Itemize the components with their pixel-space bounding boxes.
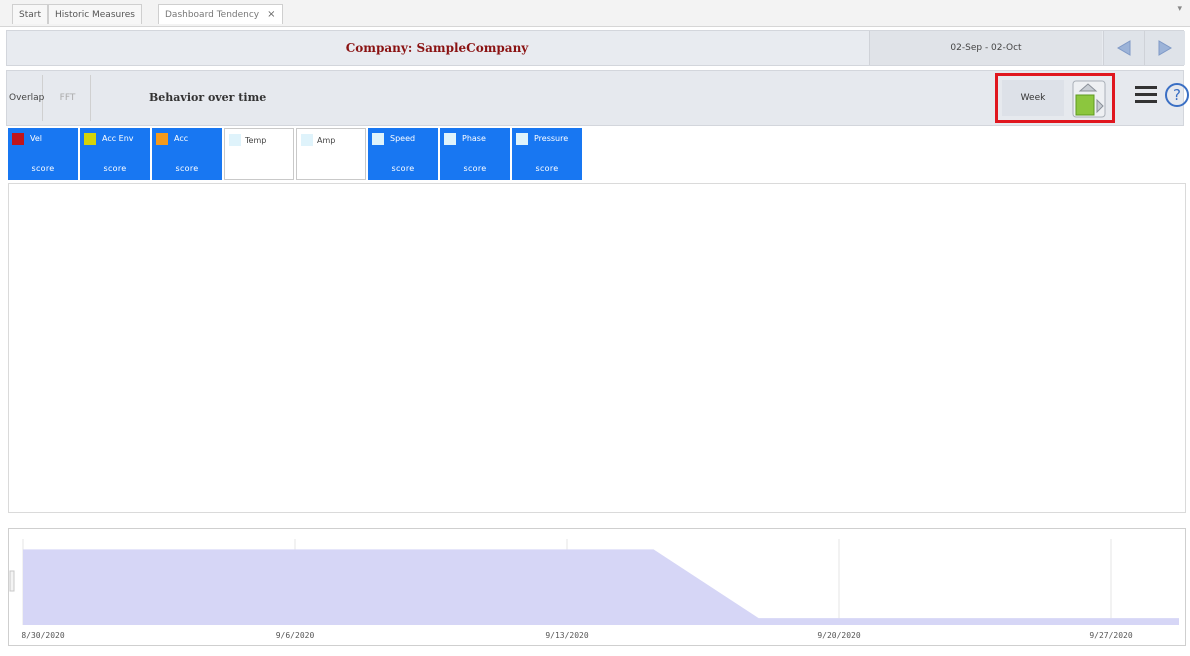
range-handle	[9, 570, 15, 592]
help-icon[interactable]: ?	[1165, 83, 1189, 107]
hamburger-menu-icon[interactable]	[1135, 83, 1157, 105]
chip-score: score	[463, 164, 487, 173]
chip-swatch	[516, 133, 528, 145]
chip-label: Amp	[317, 136, 336, 145]
toolbar: Overlap FFT Behavior over time Week ?	[6, 70, 1189, 126]
chip-label: Speed	[390, 134, 416, 143]
chip-acc[interactable]: Acc score	[152, 128, 222, 180]
next-button[interactable]	[1144, 31, 1185, 65]
chip-temp[interactable]: Temp	[224, 128, 294, 180]
chip-score: score	[391, 164, 415, 173]
tab-menu-icon[interactable]: ▾	[1177, 4, 1182, 14]
overview-x-label: 9/6/2020	[276, 631, 315, 640]
week-button[interactable]: Week	[1002, 80, 1064, 116]
chip-amp[interactable]: Amp	[296, 128, 366, 180]
chip-score: score	[175, 164, 199, 173]
period-slider-icon[interactable]	[1072, 80, 1108, 118]
chip-label: Pressure	[534, 134, 569, 143]
trend-charts-panel	[8, 183, 1186, 513]
chip-score: score	[31, 164, 55, 173]
chip-label: Acc Env	[102, 134, 134, 143]
overview-x-label: 9/13/2020	[545, 631, 589, 640]
chip-swatch	[156, 133, 168, 145]
fft-button[interactable]: FFT	[45, 75, 91, 121]
chip-pressure[interactable]: Pressure score	[512, 128, 582, 180]
view-title: Behavior over time	[149, 91, 267, 104]
close-icon[interactable]: ×	[267, 9, 275, 20]
tab-historic-measures[interactable]: Historic Measures	[48, 4, 142, 24]
date-range[interactable]: 02-Sep - 02-Oct	[869, 31, 1102, 65]
overview-area	[23, 549, 1179, 625]
chip-score: score	[103, 164, 127, 173]
tab-dashboard-tendency[interactable]: Dashboard Tendency ×	[158, 4, 283, 24]
triangle-right-icon	[1158, 40, 1172, 56]
overview-x-label: 8/30/2020	[21, 631, 65, 640]
chip-swatch	[444, 133, 456, 145]
chip-label: Temp	[245, 136, 267, 145]
chip-speed[interactable]: Speed score	[368, 128, 438, 180]
tab-bar: Start Historic Measures Dashboard Tenden…	[0, 0, 1190, 27]
chip-phase[interactable]: Phase score	[440, 128, 510, 180]
tab-label: Historic Measures	[55, 10, 135, 20]
header-bar: Company: SampleCompany 02-Sep - 02-Oct	[6, 30, 1185, 66]
overview-plot: 8/30/2020 9/6/2020 9/13/2020 9/20/2020 9/27/…	[9, 539, 1179, 640]
chip-swatch	[301, 134, 313, 146]
chip-swatch	[84, 133, 96, 145]
tab-label: Start	[19, 10, 41, 20]
overlap-button[interactable]: Overlap	[9, 75, 44, 121]
overview-range-chart[interactable]: 8/30/2020 9/6/2020 9/13/2020 9/20/2020 9/27/…	[8, 528, 1186, 646]
chip-vel[interactable]: Vel score	[8, 128, 78, 180]
tab-label: Dashboard Tendency	[165, 10, 260, 20]
chip-swatch	[12, 133, 24, 145]
chip-label: Vel	[30, 134, 42, 143]
chip-label: Phase	[462, 134, 486, 143]
chip-swatch	[372, 133, 384, 145]
overview-x-label: 9/20/2020	[817, 631, 861, 640]
chip-score: score	[535, 164, 559, 173]
week-selector[interactable]: Week	[995, 73, 1115, 123]
overview-x-label: 9/27/2020	[1089, 631, 1133, 640]
triangle-left-icon	[1117, 40, 1131, 56]
chip-acc-env[interactable]: Acc Env score	[80, 128, 150, 180]
company-title: Company: SampleCompany	[345, 41, 529, 55]
chip-label: Acc	[174, 134, 189, 143]
tab-start[interactable]: Start	[12, 4, 48, 24]
previous-button[interactable]	[1103, 31, 1144, 65]
chip-swatch	[229, 134, 241, 146]
